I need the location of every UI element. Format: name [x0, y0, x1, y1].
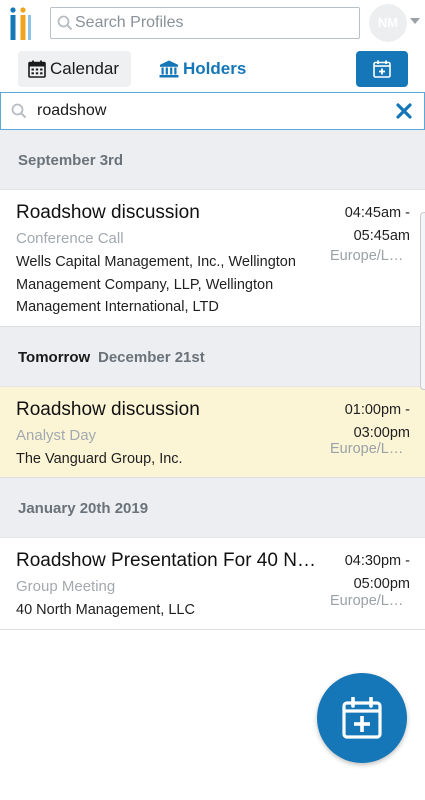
section-date: December 21st	[98, 349, 205, 366]
calendar-plus-icon	[373, 60, 391, 83]
avatar[interactable]: NM	[369, 4, 407, 42]
date-section-header: September 3rd	[0, 130, 425, 190]
event-timezone: Europe/London	[330, 248, 410, 264]
app-logo[interactable]	[8, 6, 34, 40]
event-title: Roadshow Presentation For 40 North Manag…	[16, 550, 321, 571]
event-time-start: 01:00pm -	[344, 402, 410, 418]
event-holders: Wells Capital Management, Inc., Wellingt…	[16, 254, 296, 315]
tab-holders-label: Holders	[183, 59, 247, 78]
event-type: Conference Call	[16, 230, 124, 247]
event-item[interactable]: Roadshow discussion Conference Call Well…	[0, 190, 425, 327]
search-profiles-input[interactable]	[75, 11, 355, 35]
section-relative-day: Tomorrow	[18, 349, 91, 366]
event-title: Roadshow discussion	[16, 399, 200, 420]
event-time: 04:30pm - 05:00pm	[330, 550, 410, 595]
event-list: September 3rd Roadshow discussion Confer…	[0, 130, 425, 630]
tab-calendar[interactable]: Calendar	[18, 51, 131, 87]
search-profiles-field[interactable]	[50, 7, 360, 39]
section-date: September 3rd	[18, 152, 124, 169]
event-time: 01:00pm - 03:00pm	[330, 399, 410, 444]
event-search-field[interactable]	[0, 92, 425, 130]
event-time-end: 05:45am	[353, 227, 410, 244]
event-timezone: Europe/London	[330, 441, 410, 457]
floating-add-event-button[interactable]	[317, 673, 407, 763]
section-date: January 20th 2019	[18, 500, 149, 517]
event-item[interactable]: Roadshow Presentation For 40 North Manag…	[0, 538, 425, 630]
event-time-start: 04:30pm -	[344, 553, 410, 569]
event-type: Group Meeting	[16, 578, 116, 595]
date-section-header: January 20th 2019	[0, 478, 425, 538]
event-time: 04:45am - 05:45am	[330, 202, 410, 247]
event-type: Analyst Day	[16, 427, 97, 444]
event-item[interactable]: Roadshow discussion Analyst Day The Vang…	[0, 387, 425, 478]
chevron-down-icon[interactable]	[410, 18, 420, 24]
event-time-end: 05:00pm	[353, 575, 410, 592]
search-icon	[11, 103, 27, 124]
tab-row: Calendar Holders	[0, 46, 425, 92]
bank-icon	[159, 60, 179, 83]
search-icon	[57, 15, 73, 36]
tab-holders[interactable]: Holders	[155, 51, 265, 87]
top-bar: NM	[0, 0, 425, 46]
event-holders: The Vanguard Group, Inc.	[16, 451, 183, 467]
tab-calendar-label: Calendar	[50, 59, 119, 78]
event-search-input[interactable]	[37, 99, 377, 123]
event-holders: 40 North Management, LLC	[16, 602, 195, 618]
calendar-plus-icon	[342, 696, 382, 744]
event-title: Roadshow discussion	[16, 202, 200, 223]
scrollbar[interactable]	[420, 212, 425, 390]
add-event-button[interactable]	[356, 51, 408, 87]
event-timezone: Europe/London	[330, 593, 410, 609]
calendar-icon	[28, 60, 46, 83]
event-time-start: 04:45am -	[344, 205, 410, 221]
close-icon[interactable]	[395, 102, 413, 120]
date-section-header: Tomorrow December 21st	[0, 327, 425, 387]
